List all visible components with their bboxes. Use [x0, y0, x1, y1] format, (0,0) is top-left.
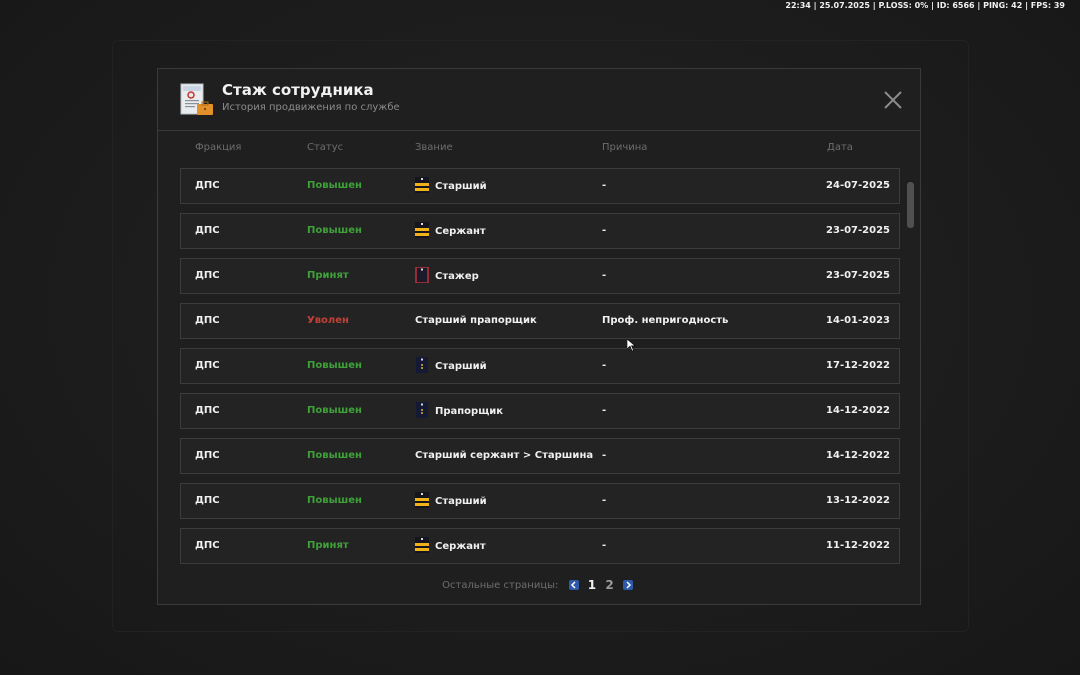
reason-cell: -: [602, 180, 607, 191]
reason-cell: -: [602, 360, 607, 371]
status-cell: Принят: [307, 270, 349, 281]
rank-label: Сержант: [435, 541, 486, 552]
rank-cell: Сержант: [415, 222, 486, 238]
table-row[interactable]: ДПС Уволен Старший прапорщик Проф. непригод…: [180, 303, 900, 339]
status-cell: Повышен: [307, 450, 362, 461]
next-page-icon[interactable]: [622, 580, 633, 590]
stripes-gold-icon: [415, 537, 429, 553]
page-1-link[interactable]: 1: [588, 578, 596, 592]
date-cell: 14-12-2022: [826, 450, 890, 461]
reason-cell: -: [602, 450, 607, 461]
rank-cell: Старший прапорщик: [415, 315, 537, 327]
reason-cell: -: [602, 225, 607, 236]
rank-label: Сержант: [435, 226, 486, 237]
column-header-status: Статус: [307, 142, 344, 153]
stripes-gold-icon: [415, 222, 429, 238]
status-cell: Повышен: [307, 225, 362, 236]
stripes-gold-icon: [415, 177, 429, 193]
rank-cell: Сержант: [415, 537, 486, 553]
date-cell: 14-01-2023: [826, 315, 890, 326]
rank-cell: Старший сержант > Старшина: [415, 450, 593, 462]
pagination-label: Остальные страницы:: [442, 579, 559, 591]
page-2-link[interactable]: 2: [605, 578, 613, 592]
table-row[interactable]: ДПС Повышен Старший сержант > Старшина - 14-…: [180, 438, 900, 474]
faction-cell: ДПС: [195, 360, 220, 371]
table-row[interactable]: ДПС Повышен Старший - 17-12-2022: [180, 348, 900, 384]
date-cell: 17-12-2022: [826, 360, 890, 371]
faction-cell: ДПС: [195, 225, 220, 236]
page-subtitle: История продвижения по службе: [222, 102, 400, 113]
rank-label: Прапорщик: [435, 406, 504, 417]
column-header-reason: Причина: [602, 142, 648, 153]
stripes-gold-icon: [415, 492, 429, 508]
status-cell: Повышен: [307, 180, 362, 191]
table-row[interactable]: ДПС Повышен Прапорщик - 14-12-2022: [180, 393, 900, 429]
faction-cell: ДПС: [195, 450, 220, 461]
faction-cell: ДПС: [195, 540, 220, 551]
column-header-date: Дата: [827, 142, 853, 153]
rank-cell: Стажер: [415, 266, 479, 284]
reason-cell: -: [602, 405, 607, 416]
date-cell: 24-07-2025: [826, 180, 890, 191]
reason-cell: -: [602, 540, 607, 551]
rank-cell: Прапорщик: [415, 402, 504, 418]
seniority-modal: Стаж сотрудника История продвижения по с…: [157, 68, 921, 605]
prev-page-icon[interactable]: [568, 580, 579, 590]
rank-label: Старший: [435, 181, 487, 192]
rank-label: Старший сержант > Старшина: [415, 450, 594, 461]
faction-cell: ДПС: [195, 405, 220, 416]
table-row[interactable]: ДПС Повышен Старший - 24-07-2025: [180, 168, 900, 204]
rank-label: Старший прапорщик: [415, 315, 537, 326]
pagination: Остальные страницы: 1 2: [158, 578, 920, 592]
rank-cell: Старший: [415, 492, 487, 508]
table-row[interactable]: ДПС Принят Сержант - 11-12-2022: [180, 528, 900, 564]
rank-cell: Старший: [415, 357, 487, 373]
modal-header: Стаж сотрудника История продвижения по с…: [158, 69, 920, 131]
rank-label: Стажер: [435, 271, 479, 282]
faction-cell: ДПС: [195, 495, 220, 506]
date-cell: 23-07-2025: [826, 225, 890, 236]
table-row[interactable]: ДПС Принят Стажер - 23-07-2025: [180, 258, 900, 294]
column-header-rank: Звание: [415, 142, 453, 153]
faction-cell: ДПС: [195, 180, 220, 191]
hud-status-line: 22:34 | 25.07.2025 | P.LOSS: 0% | ID: 65…: [785, 1, 1065, 10]
faction-cell: ДПС: [195, 270, 220, 281]
date-cell: 14-12-2022: [826, 405, 890, 416]
reason-cell: -: [602, 495, 607, 506]
status-cell: Повышен: [307, 495, 362, 506]
close-icon[interactable]: [882, 89, 904, 111]
page-title: Стаж сотрудника: [222, 81, 374, 99]
table-row[interactable]: ДПС Повышен Сержант - 23-07-2025: [180, 213, 900, 249]
reason-cell: -: [602, 270, 607, 281]
trainee-epaulet-icon: [415, 266, 429, 284]
table-row[interactable]: ДПС Повышен Старший - 13-12-2022: [180, 483, 900, 519]
scrollbar-thumb[interactable]: [907, 182, 914, 228]
navy-epaulet-icon: [415, 402, 429, 418]
rank-label: Старший: [435, 361, 487, 372]
date-cell: 11-12-2022: [826, 540, 890, 551]
navy-epaulet-icon: [415, 357, 429, 373]
date-cell: 23-07-2025: [826, 270, 890, 281]
mouse-cursor-icon: [627, 339, 636, 352]
reason-cell: Проф. непригодность: [602, 315, 729, 326]
status-cell: Принят: [307, 540, 349, 551]
status-cell: Повышен: [307, 360, 362, 371]
rank-label: Старший: [435, 496, 487, 507]
status-cell: Уволен: [307, 315, 349, 326]
faction-cell: ДПС: [195, 315, 220, 326]
document-briefcase-icon: [180, 83, 213, 115]
status-cell: Повышен: [307, 405, 362, 416]
date-cell: 13-12-2022: [826, 495, 890, 506]
column-header-faction: Фракция: [195, 142, 242, 153]
rank-cell: Старший: [415, 177, 487, 193]
